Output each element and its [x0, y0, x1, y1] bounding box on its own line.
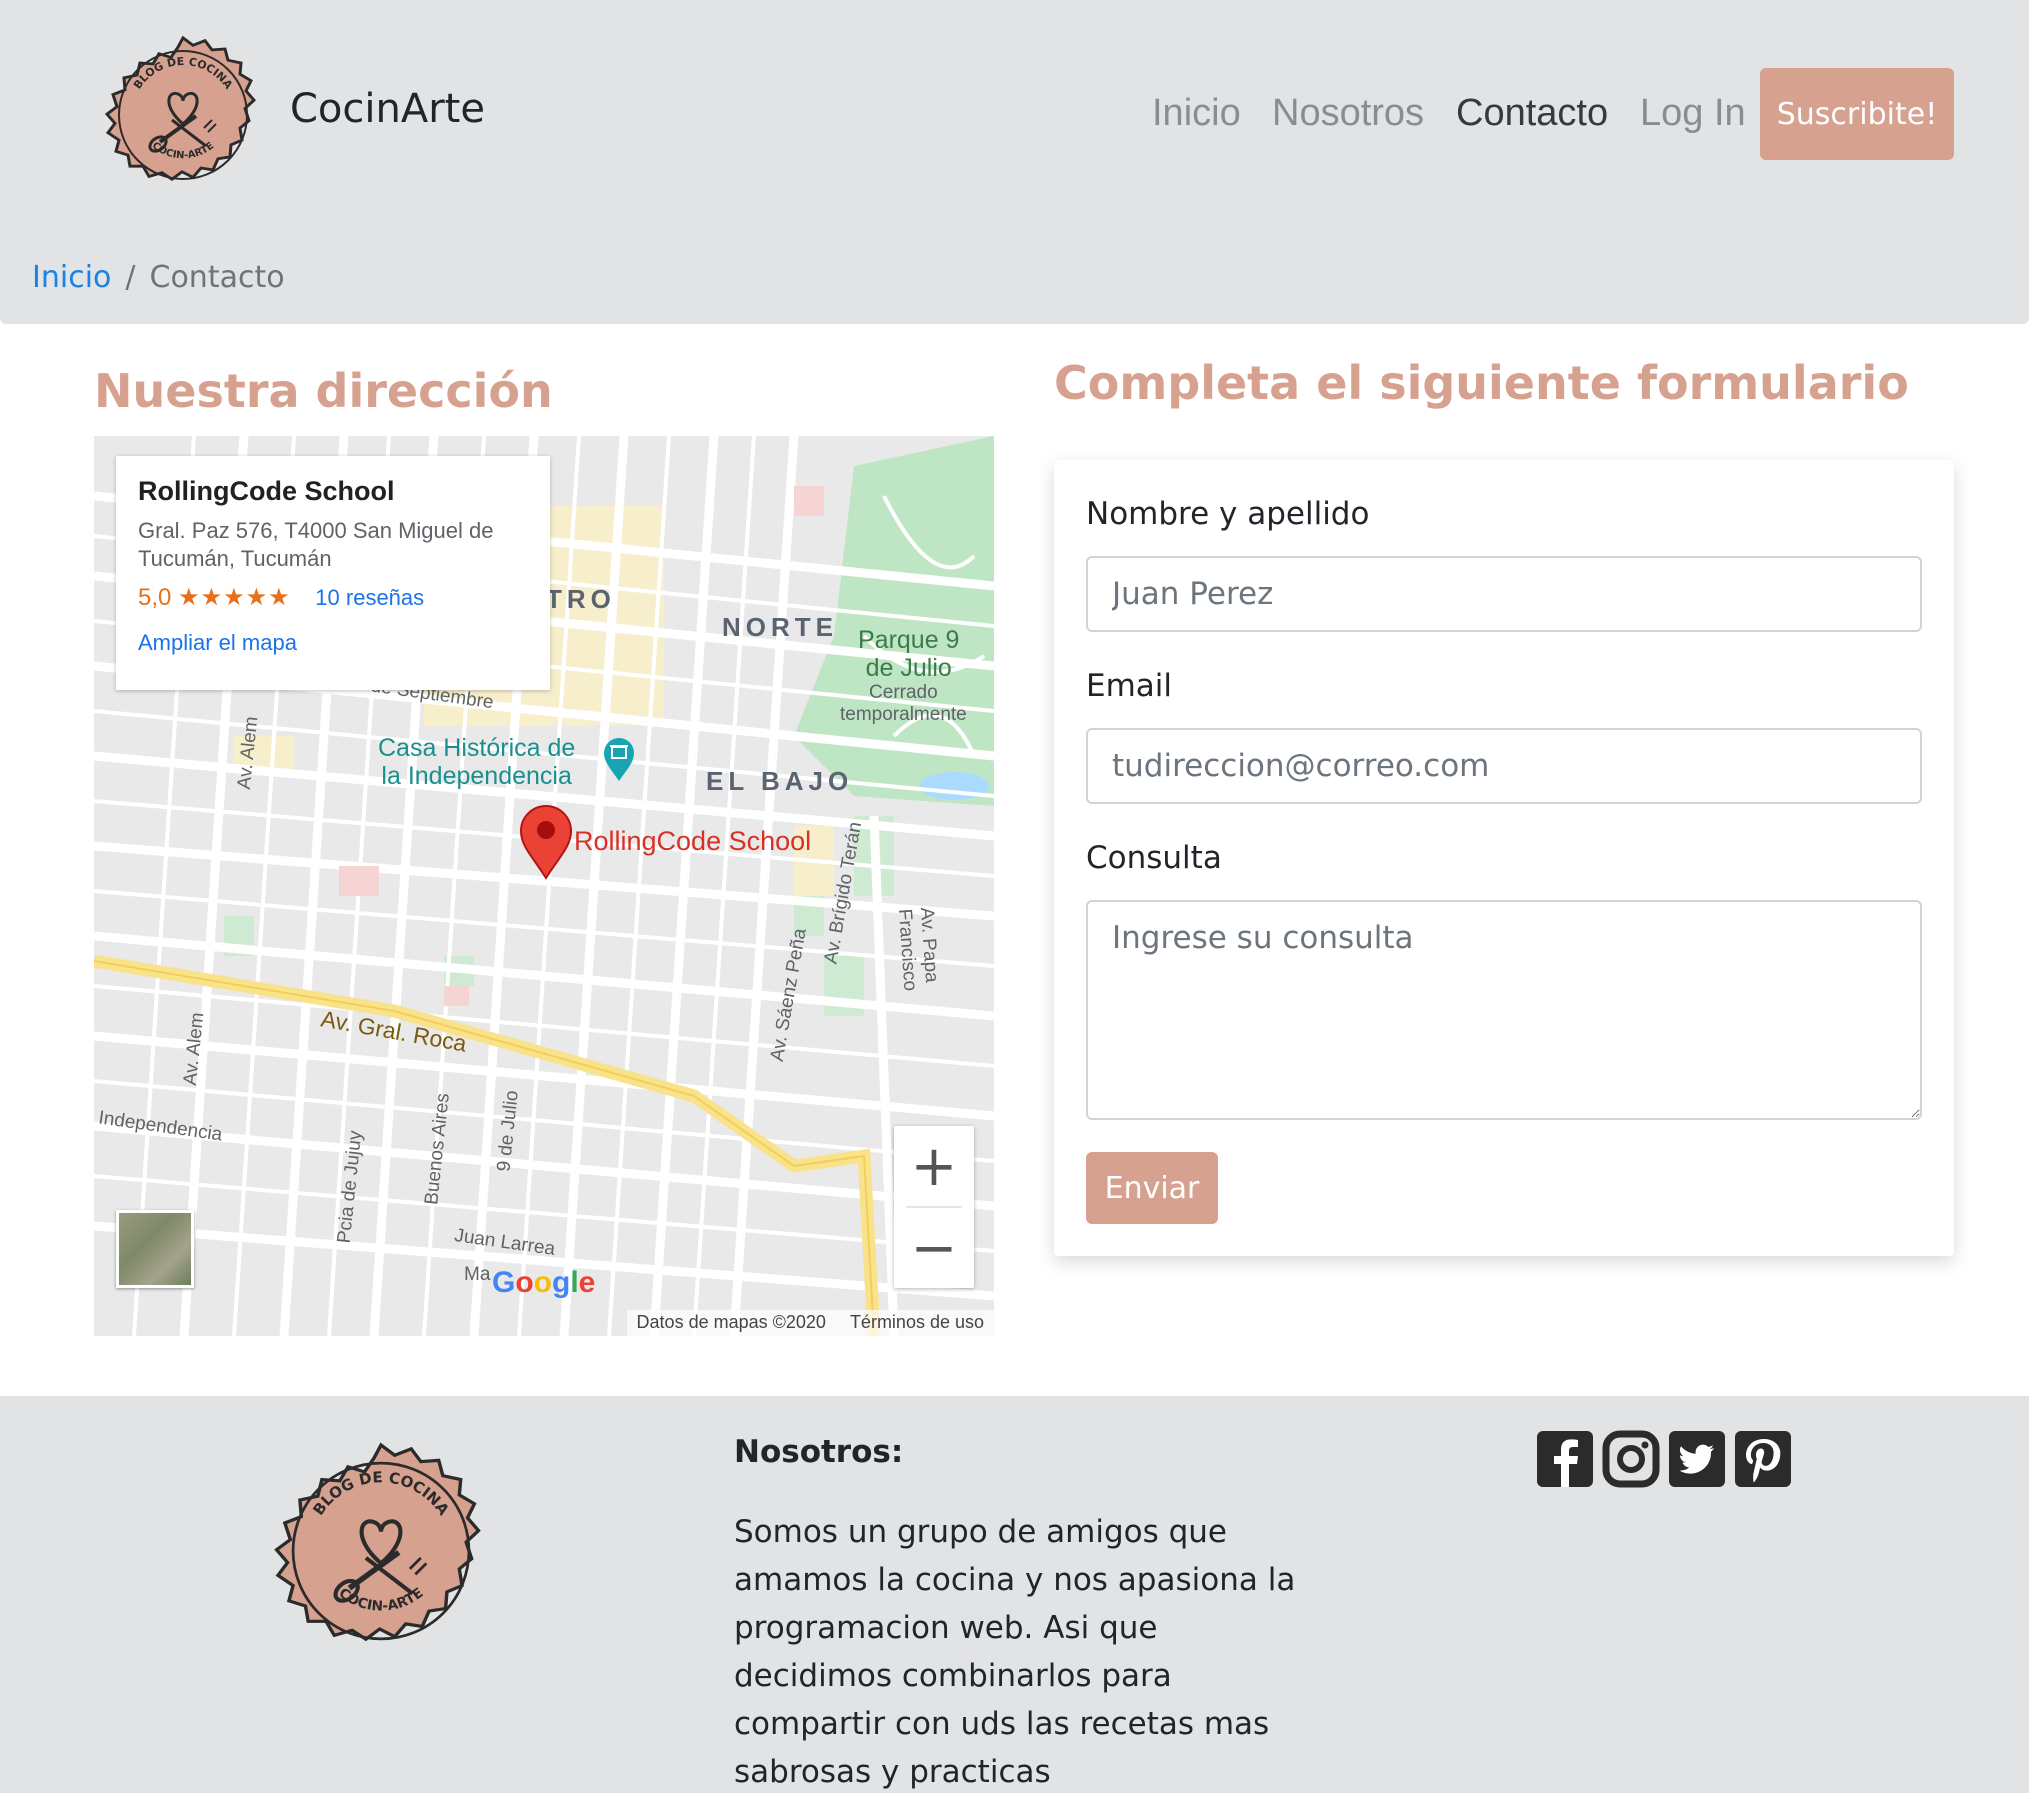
map-label-norte: NORTE [722, 612, 838, 642]
instagram-icon[interactable] [1602, 1430, 1660, 1488]
place-rating: 5,0 ★★★★★ 10 reseñas [138, 583, 528, 612]
map-label-el-bajo: EL BAJO [706, 766, 854, 796]
submit-button[interactable]: Enviar [1086, 1152, 1218, 1224]
google-logo: Google [492, 1266, 596, 1299]
pinterest-icon[interactable] [1734, 1430, 1792, 1488]
site-header: BLOG DE COCINA COCIN-ARTE CocinArte Inic… [0, 0, 2029, 324]
map-label-closed: Cerrado temporalmente [840, 682, 967, 725]
subscribe-button[interactable]: Suscribite! [1760, 68, 1954, 160]
email-input[interactable] [1086, 728, 1922, 804]
map-data-credit: Datos de mapas ©2020 [636, 1312, 826, 1332]
brand-logo[interactable]: BLOG DE COCINA COCIN-ARTE [92, 24, 274, 206]
embedded-map[interactable]: TRO NORTE Parque 9 de Julio Cerrado temp… [94, 436, 994, 1336]
facebook-icon[interactable] [1536, 1430, 1594, 1488]
rating-stars-icon: ★★★★★ [178, 584, 291, 611]
address-title: Nuestra dirección [94, 364, 553, 418]
map-label-centro: TRO [546, 584, 616, 614]
twitter-icon[interactable] [1668, 1430, 1726, 1488]
breadcrumb-home-link[interactable]: Inicio [32, 260, 111, 295]
contact-form: Nombre y apellido Email Consulta Enviar [1054, 460, 1954, 1256]
location-marker-icon[interactable] [518, 804, 574, 880]
form-title: Completa el siguiente formulario [1054, 356, 1909, 410]
footer-about-text: Somos un grupo de amigos que amamos la c… [734, 1514, 1296, 1790]
nav-nosotros[interactable]: Nosotros [1272, 92, 1424, 135]
map-terms-link[interactable]: Términos de uso [850, 1312, 984, 1334]
map-label-casa-historica[interactable]: Casa Histórica de la Independencia [378, 734, 575, 790]
zoom-control: + − [894, 1126, 974, 1288]
place-name: RollingCode School [138, 476, 395, 506]
footer-about-title: Nosotros: [734, 1434, 904, 1470]
map-label-parque: Parque 9 de Julio [858, 626, 960, 682]
museum-pin-icon[interactable] [602, 736, 636, 782]
query-textarea[interactable] [1086, 900, 1922, 1120]
satellite-toggle[interactable] [116, 1210, 194, 1288]
email-label: Email [1086, 668, 1173, 704]
zoom-out-button[interactable]: − [894, 1208, 974, 1288]
nav-contacto[interactable]: Contacto [1456, 92, 1608, 135]
brand-name[interactable]: CocinArte [290, 86, 485, 132]
social-links [1536, 1430, 1792, 1488]
place-info-card: RollingCode School Gral. Paz 576, T4000 … [116, 456, 550, 690]
query-label: Consulta [1086, 840, 1222, 876]
zoom-in-button[interactable]: + [894, 1126, 974, 1206]
footer-logo: BLOG DE COCINA COCIN-ARTE [256, 1426, 506, 1676]
breadcrumb: Inicio / Contacto [32, 260, 285, 295]
name-input[interactable] [1086, 556, 1922, 632]
place-address: Gral. Paz 576, T4000 San Miguel de Tucum… [138, 518, 494, 571]
nav-inicio[interactable]: Inicio [1152, 92, 1241, 135]
name-label: Nombre y apellido [1086, 496, 1370, 532]
map-label-marker[interactable]: RollingCode School [574, 826, 811, 857]
breadcrumb-separator: / [125, 260, 136, 295]
street-ma: Ma [464, 1264, 491, 1285]
site-footer: BLOG DE COCINA COCIN-ARTE Nosotros: Somo… [0, 1396, 2029, 1793]
breadcrumb-current: Contacto [149, 260, 285, 295]
expand-map-link[interactable]: Ampliar el mapa [138, 630, 528, 656]
reviews-link[interactable]: 10 reseñas [315, 585, 424, 610]
rating-value: 5,0 [138, 584, 172, 611]
map-footer: Datos de mapas ©2020 Términos de uso [626, 1310, 994, 1336]
nav-login[interactable]: Log In [1640, 92, 1746, 135]
